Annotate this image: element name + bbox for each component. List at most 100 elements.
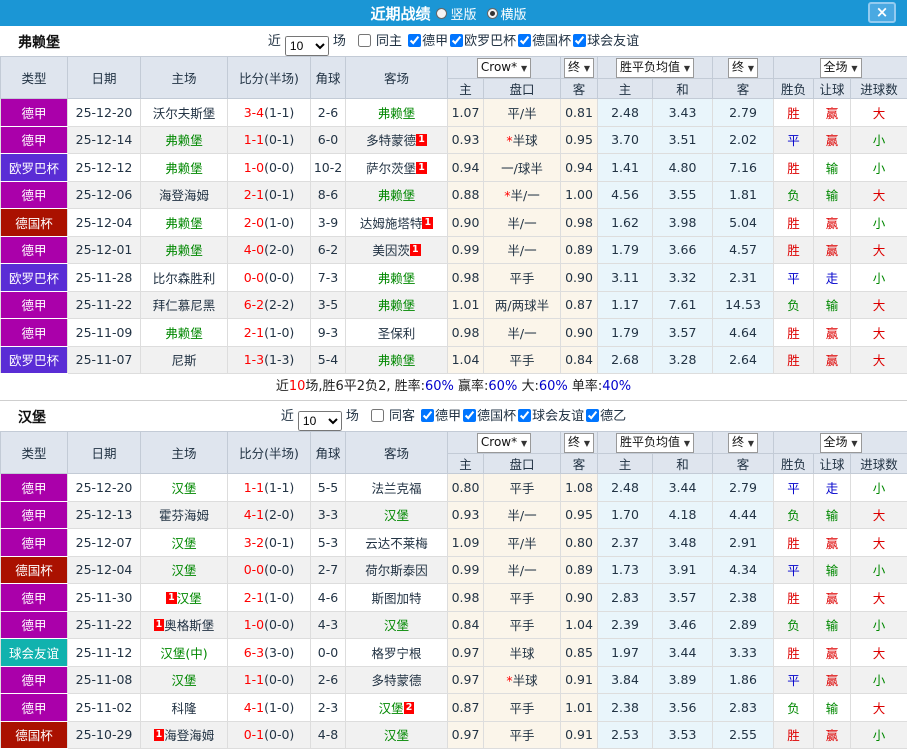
- same-venue-checkbox[interactable]: [357, 34, 371, 47]
- home-team-cell: 弗赖堡: [140, 208, 228, 237]
- avg-draw-cell: 3.48: [651, 528, 714, 557]
- odds-company-dropdown[interactable]: Crow* ▼: [476, 432, 532, 453]
- avg-dropdown-cell: 胜平负均值 ▼: [596, 431, 714, 454]
- avg-away-cell: 14.53: [712, 290, 775, 319]
- handicap-cell: 平手: [483, 583, 561, 612]
- team-name-text: 弗赖堡: [165, 215, 203, 231]
- result-cell: 胜: [773, 208, 815, 237]
- dialog-title: 近期战绩: [370, 4, 431, 23]
- section-header: 弗赖堡近 10 场 同主 德甲 欧罗巴杯 德国杯 球会友谊: [0, 26, 907, 56]
- result-cell: 胜: [773, 638, 815, 667]
- league-checkbox[interactable]: [518, 409, 532, 422]
- team-section: 汉堡近 10 场 同客 德甲 德国杯 球会友谊 德乙 类型 日期 主场 比分(半场) 角球 客场 Crow…: [0, 401, 907, 749]
- corners-cell: 2-7: [310, 555, 346, 584]
- league-filter[interactable]: 球会友谊: [573, 34, 639, 49]
- odds-away-cell: 1.08: [560, 473, 598, 502]
- avg-away-cell: 2.79: [712, 473, 775, 502]
- league-checkbox[interactable]: [573, 34, 587, 47]
- red-card-badge: 2: [403, 701, 415, 714]
- odds-final-dropdown[interactable]: 终 ▼: [564, 432, 594, 453]
- handicap-result-cell: 赢: [813, 638, 852, 667]
- same-venue-filter[interactable]: 同客: [370, 409, 415, 424]
- league-filter[interactable]: 德甲: [408, 34, 448, 49]
- summary-segment: 赢率:: [453, 379, 489, 394]
- league-filter[interactable]: 欧罗巴杯: [450, 34, 516, 49]
- half-time-score: (0-0): [264, 269, 295, 285]
- match-row: 德甲 25-11-08 汉堡 1-1(0-0) 2-6 多特蒙德 0.97 *半球 0.91 3.…: [0, 665, 907, 694]
- odds-company-dropdown[interactable]: Crow* ▼: [476, 57, 532, 78]
- team-name-text: 格罗宁根: [371, 645, 422, 661]
- odds-home-cell: 0.99: [447, 235, 484, 264]
- match-row: 德甲 25-12-14 弗赖堡 1-1(0-1) 6-0 多特蒙德 1 0.93 *半球 0.95…: [0, 125, 907, 154]
- odds-home-cell: 1.07: [447, 98, 484, 127]
- goals-result-cell: 小: [850, 665, 907, 694]
- away-team-cell: 美因茨 1: [345, 235, 448, 264]
- away-team-cell: 汉堡: [345, 720, 448, 749]
- team-name-text: 科隆: [171, 700, 197, 716]
- home-team-cell: 汉堡: [140, 665, 228, 694]
- same-venue-filter[interactable]: 同主: [357, 34, 402, 49]
- full-time-score: 4-0: [243, 242, 265, 258]
- column-header: 盘口: [483, 78, 561, 99]
- handicap-result-cell: 输: [813, 153, 852, 182]
- match-count-select[interactable]: 10: [297, 411, 342, 431]
- avg-home-cell: 1.62: [597, 208, 653, 237]
- avg-final-dropdown[interactable]: 终 ▼: [728, 57, 758, 78]
- league-checkbox[interactable]: [586, 409, 600, 422]
- team-name-text: 汉堡: [378, 700, 404, 716]
- home-team-cell: 海登海姆: [140, 180, 228, 209]
- avg-away-cell: 4.64: [712, 318, 775, 347]
- red-card-badge: 1: [153, 729, 165, 742]
- league-filter[interactable]: 德乙: [586, 409, 626, 424]
- team-name-text: 达姆施塔特: [359, 215, 423, 231]
- league-checkbox[interactable]: [518, 34, 532, 47]
- date-cell: 25-11-22: [67, 290, 141, 319]
- home-team-cell: 汉堡: [140, 555, 228, 584]
- league-checkbox[interactable]: [408, 34, 422, 47]
- half-time-score: (2-0): [264, 242, 295, 258]
- radio-icon[interactable]: [436, 7, 448, 19]
- close-button[interactable]: ×: [868, 2, 896, 23]
- home-team-cell: 弗赖堡: [140, 153, 228, 182]
- avg-dropdown[interactable]: 胜平负均值 ▼: [616, 432, 694, 453]
- column-header: 客: [560, 453, 598, 474]
- column-header: 客: [560, 78, 598, 99]
- handicap-result-cell: 输: [813, 500, 852, 529]
- layout-option-vertical[interactable]: 竖版: [436, 4, 477, 23]
- goals-result-cell: 小: [850, 263, 907, 292]
- odds-final-dropdown[interactable]: 终 ▼: [564, 57, 594, 78]
- avg-home-cell: 2.68: [597, 345, 653, 374]
- avg-draw-cell: 3.55: [651, 180, 714, 209]
- away-team-cell: 云达不莱梅: [345, 528, 448, 557]
- scope-dropdown[interactable]: 全场 ▼: [819, 432, 862, 453]
- radio-selected-icon[interactable]: [486, 7, 498, 19]
- league-filter[interactable]: 球会友谊: [518, 409, 584, 424]
- odds-away-cell: 0.98: [560, 208, 598, 237]
- full-time-score: 1-0: [243, 159, 265, 175]
- avg-draw-cell: 3.32: [651, 263, 714, 292]
- avg-dropdown[interactable]: 胜平负均值 ▼: [616, 57, 694, 78]
- same-venue-checkbox[interactable]: [370, 409, 384, 422]
- match-row: 德甲 25-11-30 1 汉堡 2-1(1-0) 4-6 斯图加特 0.98 平手 0.90 2.…: [0, 583, 907, 612]
- avg-final-dropdown[interactable]: 终 ▼: [728, 432, 758, 453]
- column-header: 客: [712, 78, 775, 99]
- home-team-cell: 霍芬海姆: [140, 500, 228, 529]
- layout-option-horizontal[interactable]: 横版: [486, 4, 527, 23]
- date-cell: 25-11-07: [67, 345, 141, 374]
- avg-away-cell: 7.16: [712, 153, 775, 182]
- match-count-select[interactable]: 10: [284, 36, 329, 56]
- league-checkbox[interactable]: [463, 409, 477, 422]
- league-cell: 欧罗巴杯: [0, 263, 68, 292]
- league-filter[interactable]: 德国杯: [463, 409, 516, 424]
- league-checkbox[interactable]: [421, 409, 435, 422]
- league-filter[interactable]: 德国杯: [518, 34, 571, 49]
- chevron-down-icon: ▼: [747, 438, 754, 448]
- league-checkbox[interactable]: [450, 34, 464, 47]
- scope-dropdown[interactable]: 全场 ▼: [819, 57, 862, 78]
- league-cell: 德甲: [0, 473, 68, 502]
- odds-final-cell: 终 ▼: [560, 56, 598, 79]
- odds-away-cell: 0.90: [560, 263, 598, 292]
- away-team-cell: 圣保利: [345, 318, 448, 347]
- league-filter[interactable]: 德甲: [421, 409, 461, 424]
- away-team-cell: 弗赖堡: [345, 345, 448, 374]
